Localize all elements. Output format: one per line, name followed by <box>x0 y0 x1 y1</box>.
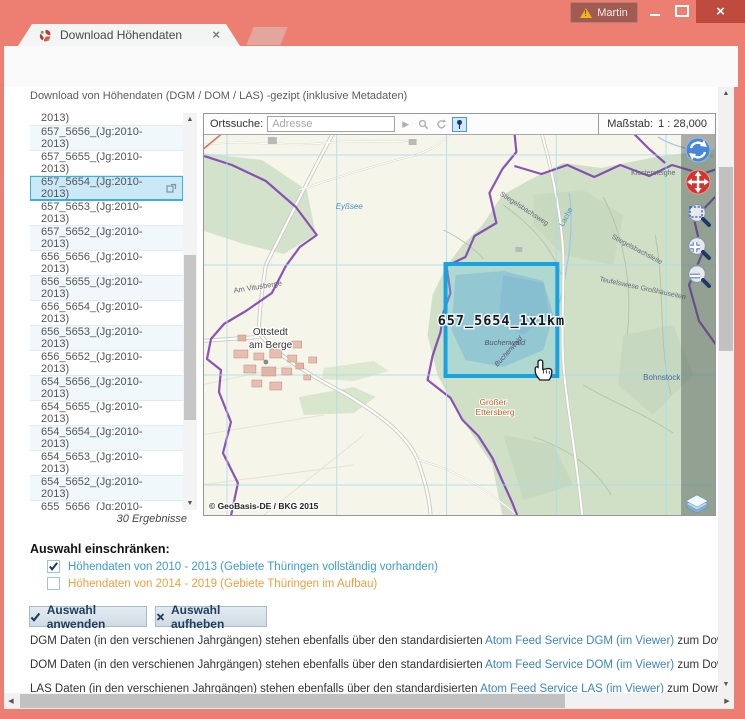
close-window-button[interactable]: × <box>696 0 745 23</box>
list-item[interactable]: 656_5653_(Jg:2010-2013) <box>30 326 183 351</box>
profile-name: Martin <box>597 7 628 19</box>
tab-title: Download Höhendaten <box>60 28 205 42</box>
close-icon: × <box>716 3 725 20</box>
window-border <box>734 87 745 719</box>
search-reset-button[interactable] <box>434 117 449 132</box>
filter-heading: Auswahl einschränken: <box>30 542 170 556</box>
list-item[interactable]: 654_5656_(Jg:2010-2013) <box>30 376 183 401</box>
list-item-partial[interactable]: 655_5656_(Jg:2010- <box>30 501 183 510</box>
map-pan-button[interactable] <box>686 170 710 194</box>
atom-feed-dgm-link[interactable]: Atom Feed Service DGM (im Viewer) <box>485 635 674 647</box>
reset-icon <box>436 119 447 130</box>
scale-label: Maßstab: <box>607 118 653 130</box>
apply-selection-button[interactable]: Auswahl anwenden <box>29 606 147 627</box>
village-label: Ottstedt <box>253 327 288 338</box>
window-border <box>0 87 4 709</box>
page-content: Download von Höhendaten (DGM / DOM / LAS… <box>4 87 718 693</box>
new-tab-button[interactable] <box>246 27 287 45</box>
list-item[interactable]: 654_5652_(Jg:2010-2013) <box>30 476 183 501</box>
open-popup-icon[interactable] <box>166 183 177 194</box>
stone-label: Bohnstock <box>643 373 680 382</box>
tile-rows: 2013) 657_5656_(Jg:2010-2013) 657_5655_(… <box>30 113 183 510</box>
cross-icon <box>156 612 165 622</box>
map-canvas[interactable]: Ottstedt am Berge Großer Ettersberg Eyßs… <box>204 135 715 515</box>
browser-profile-button[interactable]: ! Martin <box>570 2 638 23</box>
tab-close-button[interactable]: × <box>212 29 220 41</box>
list-scrollbar-thumb[interactable] <box>184 255 196 420</box>
list-item[interactable]: 657_5653_(Jg:2010-2013) <box>30 201 183 226</box>
filter-label-2010-2013[interactable]: Höhendaten von 2010 - 2013 (Gebiete Thür… <box>68 561 438 573</box>
map-refresh-button[interactable] <box>686 138 710 162</box>
tab-favicon-icon <box>38 28 53 43</box>
minimize-icon <box>650 14 660 16</box>
dom-info-paragraph: DOM Daten (in den verschienen Jahrgängen… <box>30 659 718 671</box>
check-icon <box>30 611 41 623</box>
horizontal-scrollbar-thumb[interactable] <box>20 694 565 708</box>
maximize-icon <box>675 5 689 17</box>
pushpin-icon <box>454 119 465 130</box>
browser-navbar: ← → www.geoportal-th.de/de-de/downloadbe… <box>4 46 738 88</box>
las-info-paragraph: LAS Daten (in den verschienen Jahrgängen… <box>30 683 718 693</box>
map-attribution: © GeoBasis-DE / BKG 2015 <box>209 501 319 511</box>
filter-option-2014-2019: Höhendaten von 2014 - 2019 (Gebiete Thür… <box>47 576 377 591</box>
horizontal-scrollbar[interactable]: ◀ ▶ <box>4 693 734 709</box>
map-widget: Ortssuche: ▶ <box>203 113 716 516</box>
vertical-scrollbar-thumb[interactable] <box>719 167 733 351</box>
list-item[interactable]: 656_5655_(Jg:2010-2013) <box>30 276 183 301</box>
scroll-right-icon[interactable]: ▶ <box>720 693 734 709</box>
minimize-button[interactable] <box>642 0 668 22</box>
list-item[interactable]: 657_5655_(Jg:2010-2013) <box>30 151 183 176</box>
page-intro-text: Download von Höhendaten (DGM / DOM / LAS… <box>30 90 407 102</box>
ortssuche-label: Ortssuche: <box>210 118 263 130</box>
list-item[interactable]: 654_5653_(Jg:2010-2013) <box>30 451 183 476</box>
list-item[interactable]: 654_5655_(Jg:2010-2013) <box>30 401 183 426</box>
list-item[interactable]: 656_5654_(Jg:2010-2013) <box>30 301 183 326</box>
clear-selection-button[interactable]: Auswahl aufheben <box>155 606 267 627</box>
list-item-partial[interactable]: 2013) <box>30 113 183 126</box>
magnifier-icon <box>418 119 429 130</box>
list-item-selected[interactable]: 657_5654_(Jg:2010-2013) <box>30 176 183 201</box>
scroll-left-icon[interactable]: ◀ <box>4 693 18 709</box>
scale-value: 1 : 28,000 <box>658 118 707 130</box>
dgm-info-paragraph: DGM Daten (in den verschienen Jahrgängen… <box>30 635 718 647</box>
pin-marker-button[interactable] <box>452 117 467 132</box>
tile-list: 2013) 657_5656_(Jg:2010-2013) 657_5655_(… <box>30 113 197 510</box>
scale-display: Maßstab: 1 : 28,000 <box>598 114 715 134</box>
check-icon <box>48 561 59 572</box>
scroll-up-icon[interactable]: ▲ <box>183 113 197 126</box>
hill-label: Ettersberg <box>475 407 514 417</box>
village-label: am Berge <box>249 340 293 351</box>
search-magnifier-button[interactable] <box>416 117 431 132</box>
hill-label: Großer <box>479 397 506 407</box>
search-go-button[interactable]: ▶ <box>398 117 413 132</box>
vertical-scrollbar[interactable]: ▲ ▼ <box>718 87 734 693</box>
scroll-down-icon[interactable]: ▼ <box>183 497 197 510</box>
filter-label-2014-2019[interactable]: Höhendaten von 2014 - 2019 (Gebiete Thür… <box>68 578 377 590</box>
scroll-down-icon[interactable]: ▼ <box>718 678 734 691</box>
selected-tile-label: 657_5654_1x1km <box>438 313 565 329</box>
list-item[interactable]: 657_5656_(Jg:2010-2013) <box>30 126 183 151</box>
browser-tab[interactable]: Download Höhendaten × <box>18 24 240 46</box>
checkbox-2014-2019[interactable] <box>47 577 60 590</box>
atom-feed-dom-link[interactable]: Atom Feed Service DOM (im Viewer) <box>485 659 674 671</box>
pond-label: Eyßsee <box>336 202 364 211</box>
results-count: 30 Ergebnisse <box>30 513 187 525</box>
list-scrollbar[interactable]: ▲ ▼ <box>183 113 197 510</box>
warning-icon: ! <box>580 8 592 18</box>
maximize-button[interactable] <box>669 0 695 22</box>
checkbox-2010-2013[interactable] <box>47 560 60 573</box>
map-image: Ottstedt am Berge Großer Ettersberg Eyßs… <box>204 135 715 515</box>
trail-label: Klostersteighe <box>631 170 675 177</box>
list-item[interactable]: 656_5652_(Jg:2010-2013) <box>30 351 183 376</box>
list-item[interactable]: 654_5654_(Jg:2010-2013) <box>30 426 183 451</box>
window-border <box>0 709 745 719</box>
scroll-up-icon[interactable]: ▲ <box>718 87 734 100</box>
atom-feed-las-link[interactable]: Atom Feed Service LAS (im Viewer) <box>480 683 664 693</box>
window-titlebar: ! Martin × <box>0 0 745 24</box>
list-item[interactable]: 656_5656_(Jg:2010-2013) <box>30 251 183 276</box>
list-item[interactable]: 657_5652_(Jg:2010-2013) <box>30 226 183 251</box>
map-toolbar: Ortssuche: ▶ <box>204 114 715 135</box>
filter-option-2010-2013: Höhendaten von 2010 - 2013 (Gebiete Thür… <box>47 559 438 574</box>
address-search-input[interactable] <box>267 116 395 132</box>
